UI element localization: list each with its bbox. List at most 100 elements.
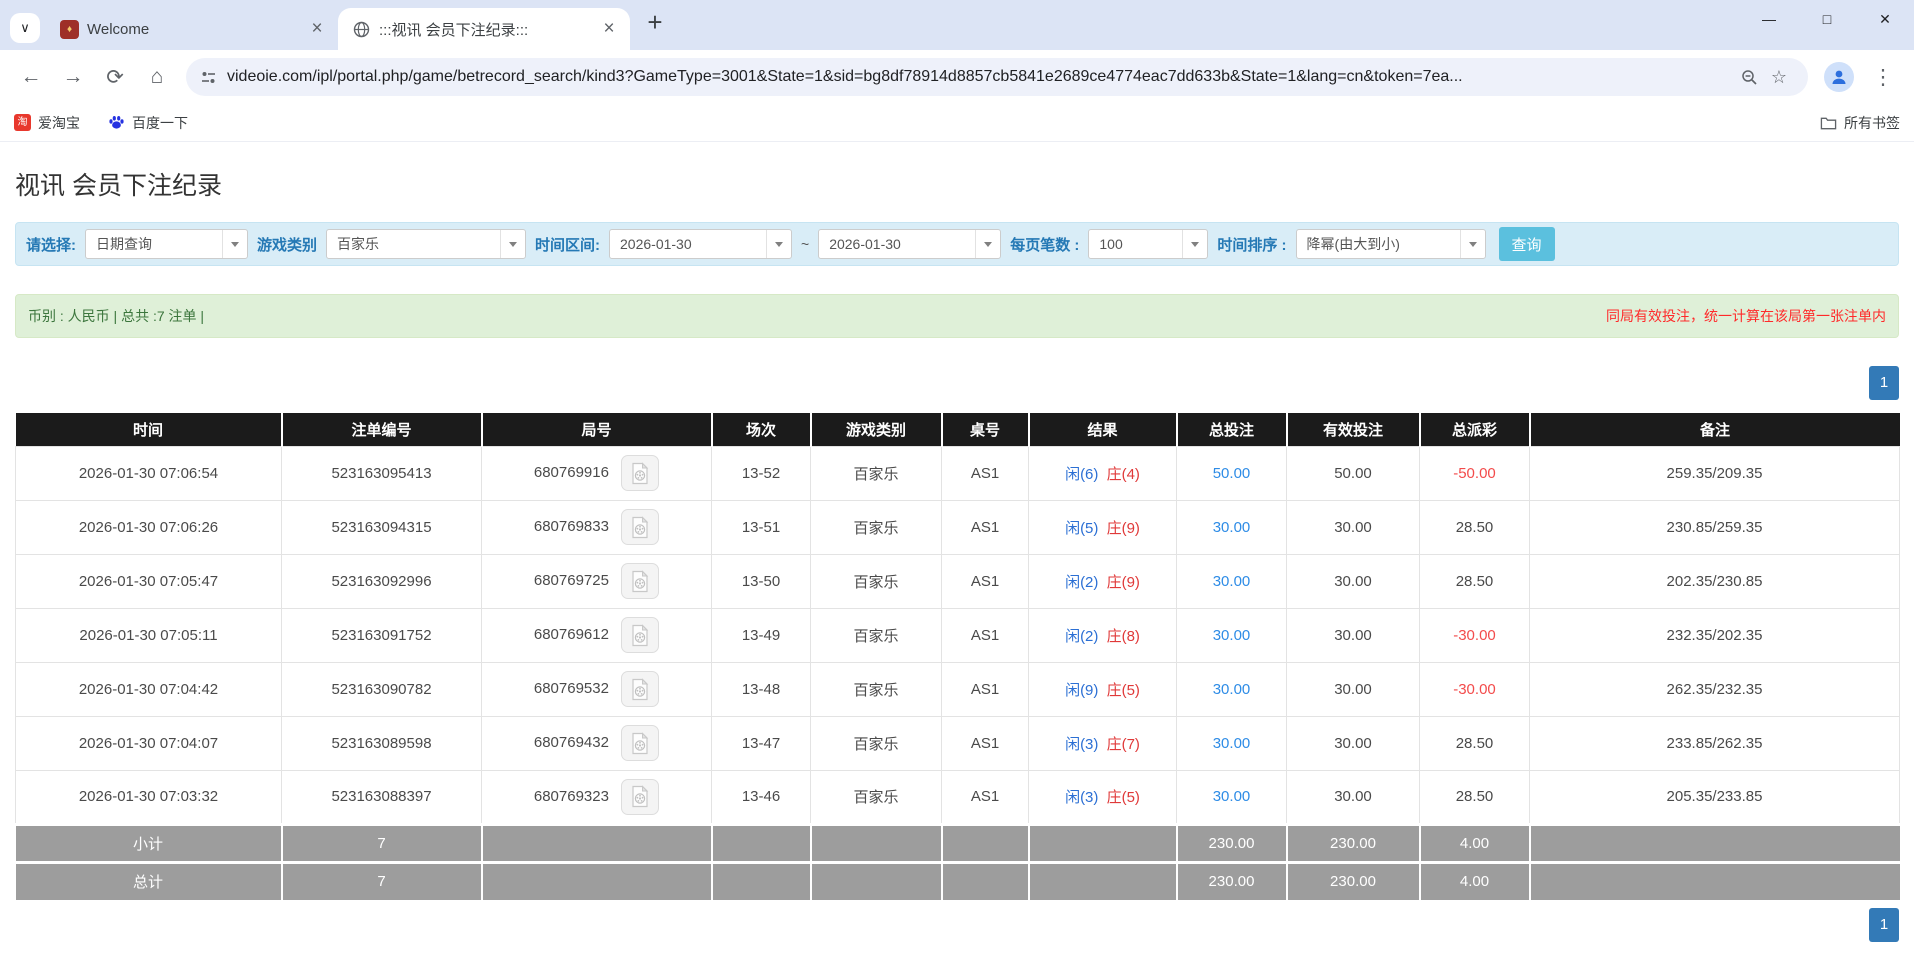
subtotal-valid-bet: 230.00 (1287, 824, 1420, 862)
game-type-select[interactable]: 百家乐 (326, 229, 526, 259)
valid-bet: 30.00 (1287, 608, 1420, 662)
result-cell: 闲(3) 庄(5) (1029, 770, 1177, 824)
result-cell: 闲(3) 庄(7) (1029, 716, 1177, 770)
reload-icon[interactable]: ⟳ (94, 57, 136, 97)
session-no: 13-47 (712, 716, 811, 770)
total-total-bet: 230.00 (1177, 862, 1287, 900)
date-from-select[interactable]: 2026-01-30 (609, 229, 792, 259)
profile-avatar[interactable] (1824, 62, 1854, 92)
chevron-down-icon (1182, 230, 1207, 258)
bookmark-label: 爱淘宝 (38, 113, 80, 133)
total-bet-link[interactable]: 30.00 (1177, 554, 1287, 608)
video-replay-button[interactable] (621, 509, 659, 545)
column-header: 有效投注 (1287, 413, 1420, 446)
result-banker: 庄(8) (1107, 628, 1140, 645)
column-header: 结果 (1029, 413, 1177, 446)
video-replay-button[interactable] (621, 671, 659, 707)
bet-time: 2026-01-30 07:06:26 (16, 500, 282, 554)
tab-betrecord[interactable]: :::视讯 会员下注纪录::: × (338, 8, 630, 50)
note-text: 同局有效投注，统一计算在该局第一张注单内 (1606, 306, 1886, 326)
close-window-button[interactable]: ✕ (1856, 0, 1914, 38)
date-to-select[interactable]: 2026-01-30 (818, 229, 1001, 259)
kebab-menu-icon[interactable]: ⋮ (1862, 57, 1904, 97)
bookmark-baidu[interactable]: 百度一下 (108, 113, 188, 133)
per-page-select[interactable]: 100 (1088, 229, 1208, 259)
globe-icon (352, 20, 371, 39)
result-banker: 庄(5) (1107, 682, 1140, 699)
maximize-button[interactable]: □ (1798, 0, 1856, 38)
subtotal-label: 小计 (16, 824, 282, 862)
tab-search-button[interactable]: ∨ (10, 13, 40, 43)
pagination-bottom: 1 (15, 908, 1899, 942)
round-cell: 680769432 (482, 716, 712, 770)
round-cell: 680769532 (482, 662, 712, 716)
result-banker: 庄(5) (1107, 789, 1140, 806)
video-replay-button[interactable] (621, 779, 659, 815)
result-banker: 庄(4) (1107, 466, 1140, 483)
video-replay-button[interactable] (621, 455, 659, 491)
back-icon[interactable]: ← (10, 57, 52, 97)
total-bet-link[interactable]: 30.00 (1177, 608, 1287, 662)
query-type-select[interactable]: 日期查询 (85, 229, 248, 259)
session-no: 13-50 (712, 554, 811, 608)
minimize-button[interactable]: — (1740, 0, 1798, 38)
valid-bet: 30.00 (1287, 662, 1420, 716)
video-replay-button[interactable] (621, 725, 659, 761)
chevron-down-icon (975, 230, 1000, 258)
subtotal-count: 7 (282, 824, 482, 862)
zoom-icon[interactable] (1734, 69, 1764, 86)
game-type: 百家乐 (811, 554, 942, 608)
payout: -50.00 (1420, 446, 1530, 500)
chevron-down-icon (500, 230, 525, 258)
url-text[interactable]: videoie.com/ipl/portal.php/game/betrecor… (227, 68, 1734, 86)
column-header: 局号 (482, 413, 712, 446)
per-page-label: 每页笔数 : (1010, 234, 1079, 255)
result-player: 闲(5) (1065, 520, 1098, 537)
video-replay-button[interactable] (621, 617, 659, 653)
table-row: 2026-01-30 07:04:07 523163089598 6807694… (16, 716, 1900, 770)
total-bet-link[interactable]: 30.00 (1177, 500, 1287, 554)
game-type: 百家乐 (811, 662, 942, 716)
select-label: 请选择: (26, 234, 76, 255)
game-type-label: 游戏类别 (257, 234, 317, 255)
sort-label: 时间排序 : (1217, 234, 1286, 255)
bookmark-star-icon[interactable]: ☆ (1764, 67, 1794, 88)
valid-bet: 30.00 (1287, 716, 1420, 770)
all-bookmarks[interactable]: 所有书签 (1820, 113, 1900, 133)
page-1-button[interactable]: 1 (1869, 366, 1899, 400)
search-button[interactable]: 查询 (1499, 227, 1555, 261)
table-row: 2026-01-30 07:04:42 523163090782 6807695… (16, 662, 1900, 716)
bet-time: 2026-01-30 07:03:32 (16, 770, 282, 824)
table-no: AS1 (942, 500, 1029, 554)
payout: 28.50 (1420, 500, 1530, 554)
result-banker: 庄(9) (1107, 520, 1140, 537)
sort-select[interactable]: 降幂(由大到小) (1296, 229, 1486, 259)
all-bookmarks-label: 所有书签 (1844, 113, 1900, 133)
address-bar[interactable]: videoie.com/ipl/portal.php/game/betrecor… (186, 58, 1808, 96)
table-no: AS1 (942, 662, 1029, 716)
new-tab-button[interactable]: + (640, 7, 670, 38)
page-1-button[interactable]: 1 (1869, 908, 1899, 942)
close-icon[interactable]: × (306, 18, 328, 40)
video-replay-button[interactable] (621, 563, 659, 599)
bet-id: 523163088397 (282, 770, 482, 824)
column-header: 游戏类别 (811, 413, 942, 446)
bookmark-taobao[interactable]: 淘 爱淘宝 (14, 113, 80, 133)
table-body: 2026-01-30 07:06:54 523163095413 6807699… (16, 446, 1900, 824)
total-bet-link[interactable]: 50.00 (1177, 446, 1287, 500)
total-payout: 4.00 (1420, 862, 1530, 900)
tab-welcome[interactable]: ♦ Welcome × (46, 8, 338, 50)
date-range-tilde: ~ (801, 236, 809, 252)
total-bet-link[interactable]: 30.00 (1177, 662, 1287, 716)
home-icon[interactable]: ⌂ (136, 57, 178, 97)
session-no: 13-48 (712, 662, 811, 716)
bet-id: 523163090782 (282, 662, 482, 716)
total-bet-link[interactable]: 30.00 (1177, 770, 1287, 824)
balance-note: 232.35/202.35 (1530, 608, 1900, 662)
forward-icon[interactable]: → (52, 57, 94, 97)
site-info-icon[interactable] (200, 69, 217, 86)
result-player: 闲(3) (1065, 789, 1098, 806)
close-icon[interactable]: × (598, 18, 620, 40)
total-bet-link[interactable]: 30.00 (1177, 716, 1287, 770)
payout: 28.50 (1420, 554, 1530, 608)
